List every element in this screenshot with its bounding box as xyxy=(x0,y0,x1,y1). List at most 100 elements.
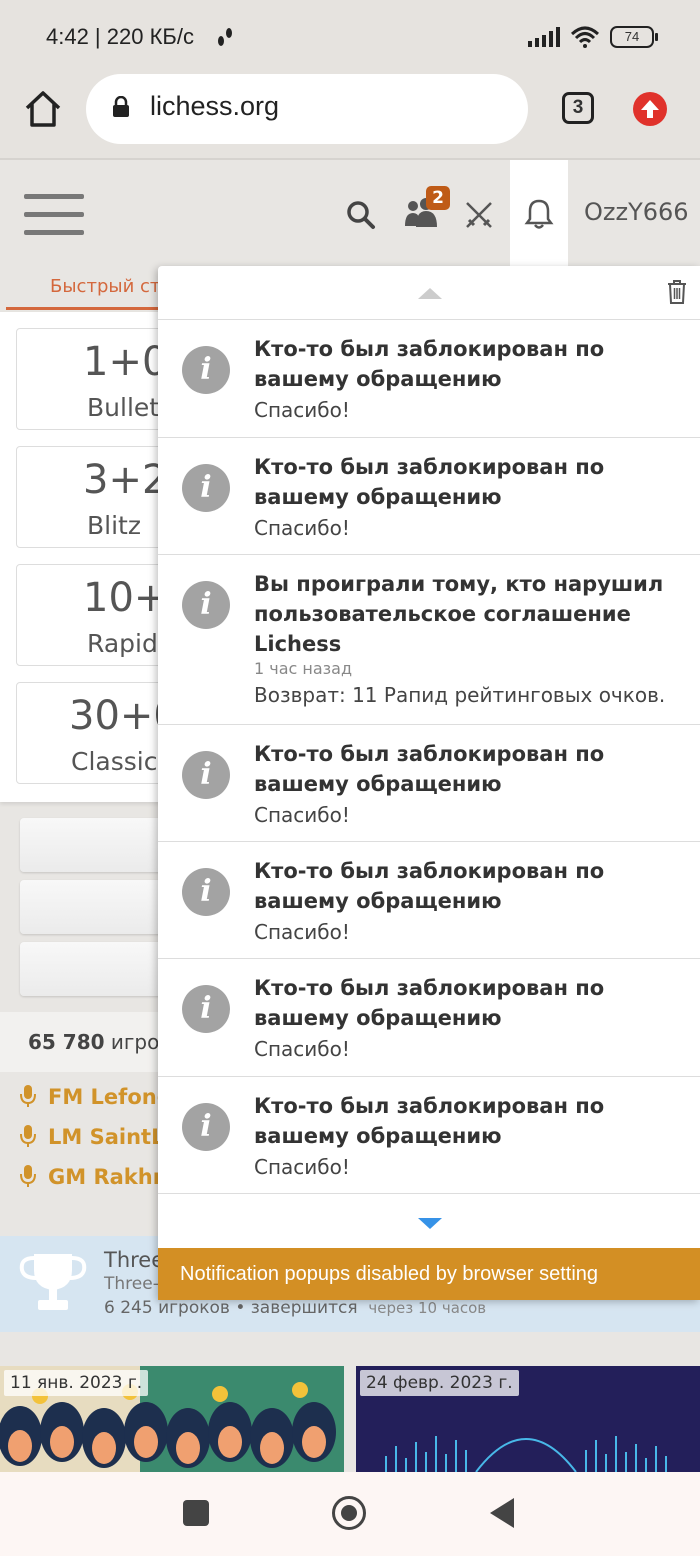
system-nav-bar xyxy=(0,1472,700,1556)
browser-toolbar: lichess.org 3 xyxy=(0,74,700,160)
streamer-name: FM Lefong xyxy=(48,1085,172,1109)
info-icon: i xyxy=(182,751,230,799)
bell-icon xyxy=(524,199,554,229)
signal-icon xyxy=(528,27,560,47)
lock-icon xyxy=(113,96,129,117)
notification-title: Кто-то был заблокирован по вашему обраще… xyxy=(254,976,605,1030)
streamer-name: LM SaintL xyxy=(48,1125,165,1149)
info-icon: i xyxy=(182,464,230,512)
online-count: 65 780 xyxy=(28,1030,105,1054)
tournament-name: Three xyxy=(104,1248,165,1272)
site-header: 2 OzzY666 xyxy=(0,160,700,266)
streamer-link[interactable]: LM SaintL xyxy=(20,1124,164,1154)
arrow-up-icon xyxy=(641,100,659,118)
notification-item[interactable]: i Кто-то был заблокирован по вашему обра… xyxy=(158,320,700,438)
notification-title: Кто-то был заблокирован по вашему обраще… xyxy=(254,859,605,913)
blog-card[interactable]: 24 февр. 2023 г. xyxy=(356,1366,700,1472)
play-computer-button[interactable] xyxy=(20,942,170,996)
footprints-icon xyxy=(218,28,232,46)
pool-clock: 1+0 xyxy=(83,339,166,385)
info-icon: i xyxy=(182,868,230,916)
battery-icon: 74 xyxy=(610,26,658,48)
home-button[interactable] xyxy=(332,1496,366,1530)
pool-clock: 10+0 xyxy=(83,575,166,621)
online-players: 65 780 игроков xyxy=(0,1012,195,1072)
home-icon[interactable] xyxy=(22,88,64,130)
notification-text: Спасибо! xyxy=(254,1155,350,1179)
info-icon: i xyxy=(182,985,230,1033)
tab-active-underline xyxy=(6,307,166,310)
info-icon: i xyxy=(182,346,230,394)
microphone-icon xyxy=(20,1085,36,1107)
notification-text: Спасибо! xyxy=(254,920,350,944)
friends-count-badge: 2 xyxy=(426,186,450,210)
notification-title: Кто-то был заблокирован по вашему обраще… xyxy=(254,455,605,509)
notification-item[interactable]: i Кто-то был заблокирован по вашему обра… xyxy=(158,725,700,842)
status-bar: 4:42 | 220 КБ/с 74 xyxy=(0,0,700,78)
pool-perf: Blitz xyxy=(87,511,141,540)
pool-perf: Bullet xyxy=(87,393,160,422)
play-with-friend-button[interactable] xyxy=(20,880,170,934)
notification-title: Кто-то был заблокирован по вашему обраще… xyxy=(254,1094,605,1148)
trash-icon[interactable] xyxy=(666,279,688,305)
notification-time: 1 час назад xyxy=(254,659,353,678)
info-icon: i xyxy=(182,581,230,629)
notification-text: Возврат: 11 Рапид рейтинговых очков. xyxy=(254,683,666,707)
pool-clock: 30+0 xyxy=(69,693,165,739)
create-game-button[interactable] xyxy=(20,818,170,872)
scroll-up-arrow-icon[interactable] xyxy=(418,288,442,299)
tabs-count-button[interactable]: 3 xyxy=(562,92,594,124)
search-icon[interactable] xyxy=(346,200,376,230)
tournament-subtitle: Three- xyxy=(104,1274,159,1294)
notification-text: Спасибо! xyxy=(254,1037,350,1061)
blog-date: 24 февр. 2023 г. xyxy=(360,1370,519,1396)
tournament-meta: 6 245 игроков • завершится через 10 часо… xyxy=(104,1298,486,1318)
notifications-dropdown: i Кто-то был заблокирован по вашему обра… xyxy=(158,266,700,1300)
pool-cell[interactable]: 10+0 Rapid xyxy=(16,564,166,666)
notification-item[interactable]: i Вы проиграли тому, кто нарушил пользов… xyxy=(158,555,700,725)
tournament-ends: через 10 часов xyxy=(368,1299,487,1317)
pool-perf: Classical xyxy=(71,747,165,776)
microphone-icon xyxy=(20,1165,36,1187)
notification-title: Кто-то был заблокирован по вашему обраще… xyxy=(254,742,605,796)
streamer-link[interactable]: FM Lefong xyxy=(20,1084,172,1114)
notification-text: Спасибо! xyxy=(254,516,350,540)
notification-item[interactable]: i Кто-то был заблокирован по вашему обра… xyxy=(158,1077,700,1194)
scroll-down-arrow-icon[interactable] xyxy=(418,1218,442,1229)
quick-pairing-pool: 1+0 Bullet 3+2 Blitz 10+0 Rapid 30+0 Cla… xyxy=(0,312,166,802)
status-time: 4:42 | 220 КБ/с xyxy=(46,24,194,49)
trophy-icon xyxy=(19,1254,87,1310)
notifications-header xyxy=(158,266,700,320)
pool-clock: 3+2 xyxy=(83,457,166,503)
username-link[interactable]: OzzY666 xyxy=(584,198,689,226)
update-button[interactable] xyxy=(633,92,667,126)
notification-text: Спасибо! xyxy=(254,803,350,827)
pool-cell[interactable]: 1+0 Bullet xyxy=(16,328,166,430)
notifications-toggle[interactable] xyxy=(510,160,568,266)
status-icons: 74 xyxy=(528,26,658,48)
url-text: lichess.org xyxy=(150,91,280,121)
lobby-tab-quick-start[interactable]: Быстрый старт xyxy=(0,266,193,310)
swords-icon[interactable] xyxy=(464,200,494,230)
notification-text: Спасибо! xyxy=(254,398,350,422)
popup-warning-banner: Notification popups disabled by browser … xyxy=(158,1248,700,1300)
url-bar[interactable]: lichess.org xyxy=(86,74,528,144)
microphone-icon xyxy=(20,1125,36,1147)
notification-item[interactable]: i Кто-то был заблокирован по вашему обра… xyxy=(158,842,700,959)
recent-apps-button[interactable] xyxy=(183,1500,209,1526)
notification-item[interactable]: i Кто-то был заблокирован по вашему обра… xyxy=(158,438,700,555)
pool-perf: Rapid xyxy=(87,629,158,658)
tournament-players: 6 245 игроков • завершится xyxy=(104,1298,358,1318)
streamer-link[interactable]: GM Rakhm xyxy=(20,1164,175,1194)
notification-title: Кто-то был заблокирован по вашему обраще… xyxy=(254,337,605,391)
pool-cell[interactable]: 3+2 Blitz xyxy=(16,446,166,548)
blog-card[interactable]: 11 янв. 2023 г. xyxy=(0,1366,344,1472)
pool-cell[interactable]: 30+0 Classical xyxy=(16,682,166,784)
back-button[interactable] xyxy=(490,1498,514,1528)
streamer-name: GM Rakhm xyxy=(48,1165,175,1189)
notification-title: Вы проиграли тому, кто нарушил пользоват… xyxy=(254,572,664,656)
wifi-icon xyxy=(570,26,600,48)
menu-icon[interactable] xyxy=(24,194,84,235)
notification-item[interactable]: i Кто-то был заблокирован по вашему обра… xyxy=(158,959,700,1077)
info-icon: i xyxy=(182,1103,230,1151)
